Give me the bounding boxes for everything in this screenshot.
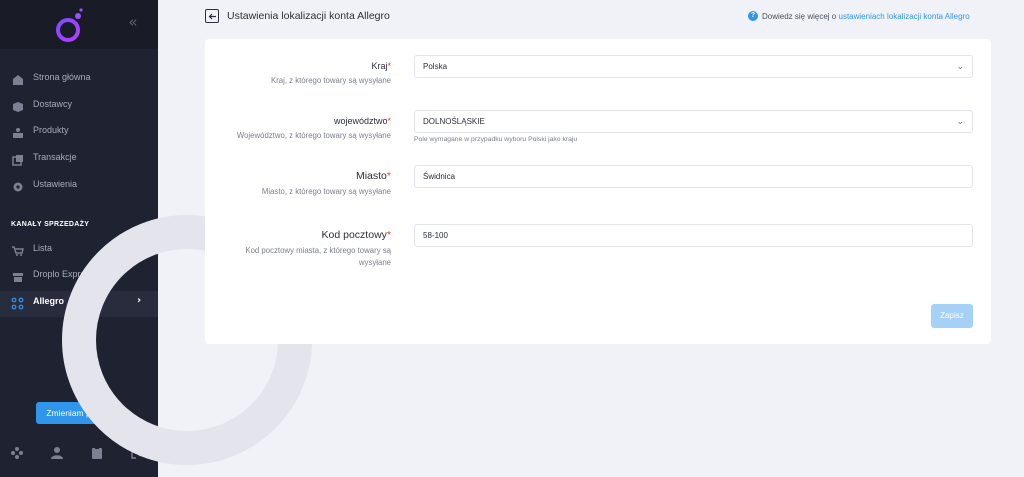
province-select[interactable]: DOLNOŚLĄSKIE ⌄ <box>414 110 973 133</box>
sidebar-item-label: Strona główna <box>33 72 91 82</box>
help-prefix: Dowiedz się więcej o <box>762 11 837 21</box>
allegro-icon <box>11 297 24 310</box>
location-form-card: Kraj* Kraj, z którego towary są wysyłane… <box>205 39 991 344</box>
sidebar-item-products[interactable]: Produkty <box>0 120 158 146</box>
sidebar-header: « <box>0 0 158 49</box>
sales-channels-title: KANAŁY SPRZEDAŻY <box>11 221 90 228</box>
postal-value: 58-100 <box>423 231 448 240</box>
arrow-left-icon <box>208 13 216 19</box>
city-value: Świdnica <box>423 172 456 181</box>
save-button[interactable]: Zapisz <box>931 304 973 328</box>
postal-description: Kod pocztowy miasta, z którego towary są… <box>245 246 391 267</box>
postal-code-input[interactable]: 58-100 <box>414 224 973 247</box>
city-label: Miasto* <box>355 170 391 182</box>
country-label: Kraj* <box>371 61 391 71</box>
city-label-group: Miasto* Miasto, z którego towary są wysy… <box>262 170 391 198</box>
country-select[interactable]: Polska ⌄ <box>414 55 973 78</box>
home-icon <box>13 75 23 85</box>
page-title: Ustawienia lokalizacji konta Allegro <box>227 10 390 22</box>
country-description: Kraj, z którego towary są wysyłane <box>270 76 391 85</box>
province-label-group: województwo* Województwo, z którego towa… <box>237 116 391 142</box>
country-label-group: Kraj* Kraj, z którego towary są wysyłane <box>271 61 391 87</box>
nodes-icon[interactable] <box>10 446 24 460</box>
province-description: Województwo, z którego towary są wysyłan… <box>236 131 391 140</box>
sidebar-item-label: Dostawcy <box>33 99 73 109</box>
collapse-sidebar-icon[interactable]: « <box>125 14 141 30</box>
sidebar-item-home[interactable]: Strona główna <box>0 67 158 93</box>
logo <box>56 8 83 42</box>
box-icon <box>13 102 23 112</box>
postal-label-group: Kod pocztowy* Kod pocztowy miasta, z któ… <box>245 229 391 269</box>
gear-icon <box>13 182 23 192</box>
sidebar-item-label: Lista <box>33 243 53 253</box>
chevron-down-icon: ⌄ <box>956 116 964 126</box>
sidebar-item-label: Allegro <box>33 296 65 306</box>
city-input[interactable]: Świdnica <box>414 165 973 188</box>
sidebar-item-suppliers[interactable]: Dostawcy <box>0 94 158 120</box>
cart-icon <box>12 246 24 256</box>
city-description: Miasto, z którego towary są wysyłane <box>261 187 391 196</box>
sidebar-item-label: Produkty <box>33 125 69 135</box>
help-text: ? Dowiedz się więcej o ustawieniach loka… <box>748 11 970 21</box>
postal-label: Kod pocztowy* <box>321 229 391 241</box>
help-link[interactable]: ustawieniach lokalizacji konta Allegro <box>839 12 970 21</box>
clipboard-icon[interactable] <box>90 446 104 460</box>
store-icon <box>13 273 23 282</box>
user-icon[interactable] <box>50 446 64 460</box>
question-icon: ? <box>748 11 758 21</box>
product-icon <box>13 128 23 138</box>
sidebar-item-transactions[interactable]: Transakcje <box>0 147 158 173</box>
country-value: Polska <box>423 62 448 71</box>
sidebar-item-settings[interactable]: Ustawienia <box>0 174 158 200</box>
chevron-down-icon: ⌄ <box>956 61 964 71</box>
sidebar-item-label: Ustawienia <box>33 179 78 189</box>
province-label: województwo* <box>333 116 391 126</box>
province-value: DOLNOŚLĄSKIE <box>423 117 485 126</box>
province-hint: Pole wymagane w przypadku wyboru Polski … <box>414 136 578 143</box>
sidebar-item-label: Transakcje <box>33 152 77 162</box>
transactions-icon <box>12 155 23 166</box>
back-button[interactable] <box>205 9 219 23</box>
